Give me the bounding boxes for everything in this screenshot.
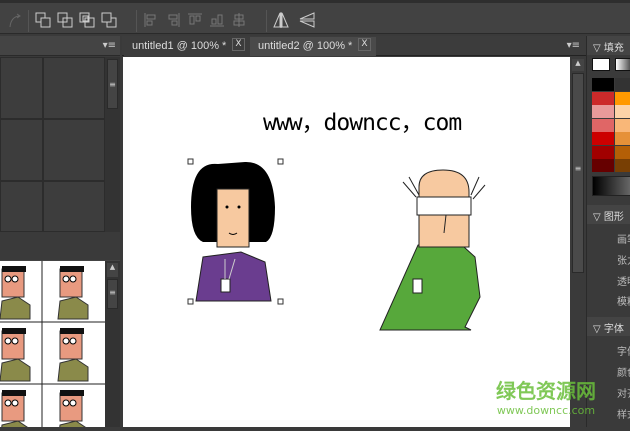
document-tabs: untitled1 @ 100% * X untitled2 @ 100% * … bbox=[122, 36, 586, 56]
align-left-icon[interactable] bbox=[142, 11, 160, 29]
shape-label: 透明 bbox=[617, 277, 630, 288]
color-swatch[interactable] bbox=[592, 132, 614, 145]
redo-icon[interactable] bbox=[6, 11, 24, 29]
flip-vertical-icon[interactable] bbox=[298, 11, 316, 29]
font-label: 样式 bbox=[617, 410, 630, 421]
font-label: 颜色 bbox=[617, 368, 630, 379]
bald-man-character[interactable] bbox=[379, 169, 486, 331]
bring-to-front-icon[interactable] bbox=[34, 11, 52, 29]
color-swatch[interactable] bbox=[615, 78, 630, 91]
fill-panel-header[interactable]: ▽ 填充 bbox=[587, 36, 630, 55]
color-swatch[interactable] bbox=[615, 159, 630, 172]
drawing-canvas[interactable]: www，downcc，com bbox=[123, 57, 570, 427]
font-panel-header[interactable]: ▽ 字体 bbox=[587, 317, 630, 336]
shape-label: 张力 bbox=[617, 256, 630, 267]
color-swatch[interactable] bbox=[592, 78, 614, 91]
panel-menu-icon[interactable]: ▾≡ bbox=[567, 40, 580, 51]
watermark: 绿色资源网 www.downcc.com bbox=[496, 375, 596, 417]
color-swatch[interactable] bbox=[615, 145, 630, 159]
watermark-url: www.downcc.com bbox=[496, 404, 596, 417]
close-tab-icon[interactable]: X bbox=[358, 38, 371, 51]
color-swatch[interactable] bbox=[592, 105, 614, 118]
right-panel: ▽ 填充 ▽ 图形 画笔 张力 透明 模糊 ▽ 字体 字体 颜色 对齐 样式 bbox=[586, 36, 630, 427]
color-swatch[interactable] bbox=[592, 91, 614, 105]
color-swatch[interactable] bbox=[615, 105, 630, 118]
tab-label: untitled1 @ 100% * bbox=[132, 40, 227, 52]
shape-label: 画笔 bbox=[617, 235, 630, 246]
bring-forward-icon[interactable] bbox=[56, 11, 74, 29]
align-bottom-icon[interactable] bbox=[208, 11, 226, 29]
thumbnail-grid bbox=[0, 261, 105, 431]
watermark-title: 绿色资源网 bbox=[496, 379, 596, 403]
canvas-scrollbar[interactable]: ▲ ≡ bbox=[570, 57, 586, 427]
color-swatch[interactable] bbox=[592, 159, 614, 172]
shape-panel-header[interactable]: ▽ 图形 bbox=[587, 205, 630, 224]
close-tab-icon[interactable]: X bbox=[232, 38, 245, 51]
shape-label: 模糊 bbox=[617, 297, 630, 308]
scrollbar[interactable]: ≡ bbox=[105, 57, 120, 232]
font-label: 字体 bbox=[617, 347, 630, 358]
scrollbar-thumb[interactable]: ≡ bbox=[572, 73, 584, 273]
align-top-icon[interactable] bbox=[186, 11, 204, 29]
girl-character[interactable] bbox=[191, 161, 275, 302]
send-backward-icon[interactable] bbox=[78, 11, 96, 29]
fill-gradient[interactable] bbox=[615, 58, 630, 71]
send-to-back-icon[interactable] bbox=[100, 11, 118, 29]
toolbar bbox=[0, 0, 630, 34]
panel-menu-icon[interactable]: ▾≡ bbox=[103, 40, 116, 51]
font-label: 对齐 bbox=[617, 389, 630, 400]
flip-horizontal-icon[interactable] bbox=[272, 11, 290, 29]
color-swatch[interactable] bbox=[592, 145, 614, 159]
fill-color-white[interactable] bbox=[592, 58, 610, 71]
align-center-icon[interactable] bbox=[230, 11, 248, 29]
align-right-icon[interactable] bbox=[164, 11, 182, 29]
color-swatch[interactable] bbox=[615, 91, 630, 105]
color-swatch[interactable] bbox=[615, 118, 630, 132]
color-swatch[interactable] bbox=[592, 118, 614, 132]
tab-label: untitled2 @ 100% * bbox=[258, 40, 353, 52]
left-panel: ▾≡ ≡ ▾≡ ▲≡ bbox=[0, 36, 120, 431]
layers-panel-header: ▾≡ bbox=[0, 36, 120, 56]
character-thumbnail bbox=[0, 266, 31, 320]
color-swatch[interactable] bbox=[615, 132, 630, 145]
library-scrollbar[interactable]: ▲ ≡ bbox=[105, 261, 120, 427]
gradient-bar[interactable] bbox=[592, 176, 630, 196]
